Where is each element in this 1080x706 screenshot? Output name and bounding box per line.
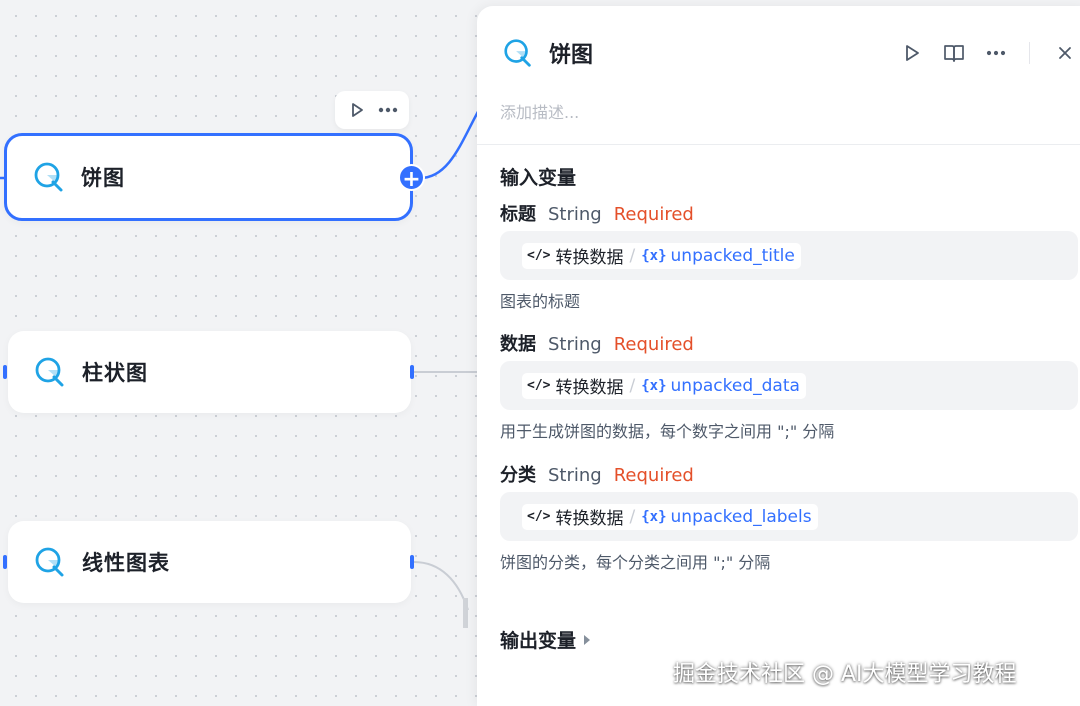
output-handle[interactable]	[410, 365, 414, 379]
close-button[interactable]	[1050, 38, 1080, 68]
description-input[interactable]	[500, 98, 1000, 126]
var-name: 数据	[500, 334, 536, 355]
node-title: 柱状图	[82, 361, 148, 385]
output-variables-title: 输出变量	[500, 630, 577, 652]
node-more-button[interactable]	[375, 97, 401, 123]
chart-search-icon	[31, 159, 67, 195]
output-variables-toggle[interactable]: 输出变量	[500, 626, 591, 653]
ref-source-node: 转换数据	[555, 248, 624, 268]
code-icon: </>	[527, 378, 551, 393]
var-type: String	[548, 334, 602, 355]
input-var-label: 分类 String Required	[500, 461, 694, 487]
node-toolbar	[335, 91, 409, 129]
input-var-label: 标题 String Required	[500, 200, 694, 226]
var-type: String	[548, 204, 602, 225]
panel-title[interactable]: 饼图	[549, 37, 593, 69]
var-name: 标题	[500, 204, 536, 225]
input-var-description: 用于生成饼图的数据，每个数字之间用 ";" 分隔	[500, 422, 835, 441]
header-separator	[1029, 42, 1030, 64]
close-icon	[1059, 47, 1071, 59]
input-handle[interactable]	[3, 365, 7, 379]
variable-icon: {x}	[641, 508, 667, 525]
caret-right-icon	[584, 634, 591, 645]
add-next-node-button[interactable]: +	[398, 164, 425, 192]
docs-button[interactable]	[939, 38, 969, 68]
input-handle[interactable]	[3, 555, 7, 569]
node-pie-chart[interactable]: 饼图	[4, 133, 413, 221]
input-var-value-box[interactable]: </> 转换数据 / {x} unpacked_data	[500, 361, 1078, 410]
variable-icon: {x}	[641, 247, 667, 264]
variable-reference-chip[interactable]: </> 转换数据 / {x} unpacked_data	[522, 372, 806, 399]
var-required: Required	[613, 204, 694, 225]
ref-separator: /	[629, 245, 636, 266]
node-config-panel: 饼图 输入变量 标题 String Required </> 转换数据	[477, 6, 1080, 706]
input-var-description: 图表的标题	[500, 292, 581, 311]
ref-source-node: 转换数据	[555, 509, 624, 529]
variable-reference-chip[interactable]: </> 转换数据 / {x} unpacked_title	[522, 242, 801, 269]
variable-icon: {x}	[641, 377, 667, 394]
node-line-chart[interactable]: 线性图表	[8, 521, 411, 603]
ref-variable-name: unpacked_labels	[670, 506, 812, 527]
variable-reference-chip[interactable]: </> 转换数据 / {x} unpacked_labels	[522, 503, 818, 530]
ref-separator: /	[629, 506, 636, 527]
var-required: Required	[613, 465, 694, 486]
var-required: Required	[613, 334, 694, 355]
input-variables-title[interactable]: 输入变量	[500, 163, 576, 190]
chart-search-icon	[32, 544, 68, 580]
panel-header-actions	[885, 38, 1080, 68]
output-handle[interactable]	[410, 555, 414, 569]
book-icon	[944, 45, 964, 62]
code-icon: </>	[527, 248, 551, 263]
node-bar-chart[interactable]: 柱状图	[8, 331, 411, 413]
var-name: 分类	[500, 465, 536, 486]
panel-divider	[477, 144, 1080, 145]
ref-variable-name: unpacked_data	[670, 375, 800, 396]
more-dots-icon	[378, 107, 397, 113]
node-title: 饼图	[81, 166, 125, 190]
input-var-value-box[interactable]: </> 转换数据 / {x} unpacked_title	[500, 231, 1078, 280]
ref-variable-name: unpacked_title	[670, 245, 795, 266]
code-icon: </>	[527, 509, 551, 524]
play-icon	[351, 103, 363, 117]
input-var-label: 数据 String Required	[500, 330, 694, 356]
input-var-description: 饼图的分类，每个分类之间用 ";" 分隔	[500, 553, 771, 572]
node-run-button[interactable]	[344, 97, 370, 123]
input-var-value-box[interactable]: </> 转换数据 / {x} unpacked_labels	[500, 492, 1078, 541]
chart-search-icon	[501, 36, 535, 70]
ref-source-node: 转换数据	[555, 378, 624, 398]
watermark: 掘金技术社区 @ AI大模型学习教程	[673, 662, 1017, 687]
panel-header: 饼图	[477, 6, 1080, 96]
ref-separator: /	[629, 375, 636, 396]
var-type: String	[548, 465, 602, 486]
node-title: 线性图表	[82, 551, 170, 575]
chart-search-icon	[32, 354, 68, 390]
more-dots-icon	[986, 50, 1006, 56]
run-button[interactable]	[897, 38, 927, 68]
more-button[interactable]	[981, 38, 1011, 68]
play-icon	[906, 45, 919, 61]
